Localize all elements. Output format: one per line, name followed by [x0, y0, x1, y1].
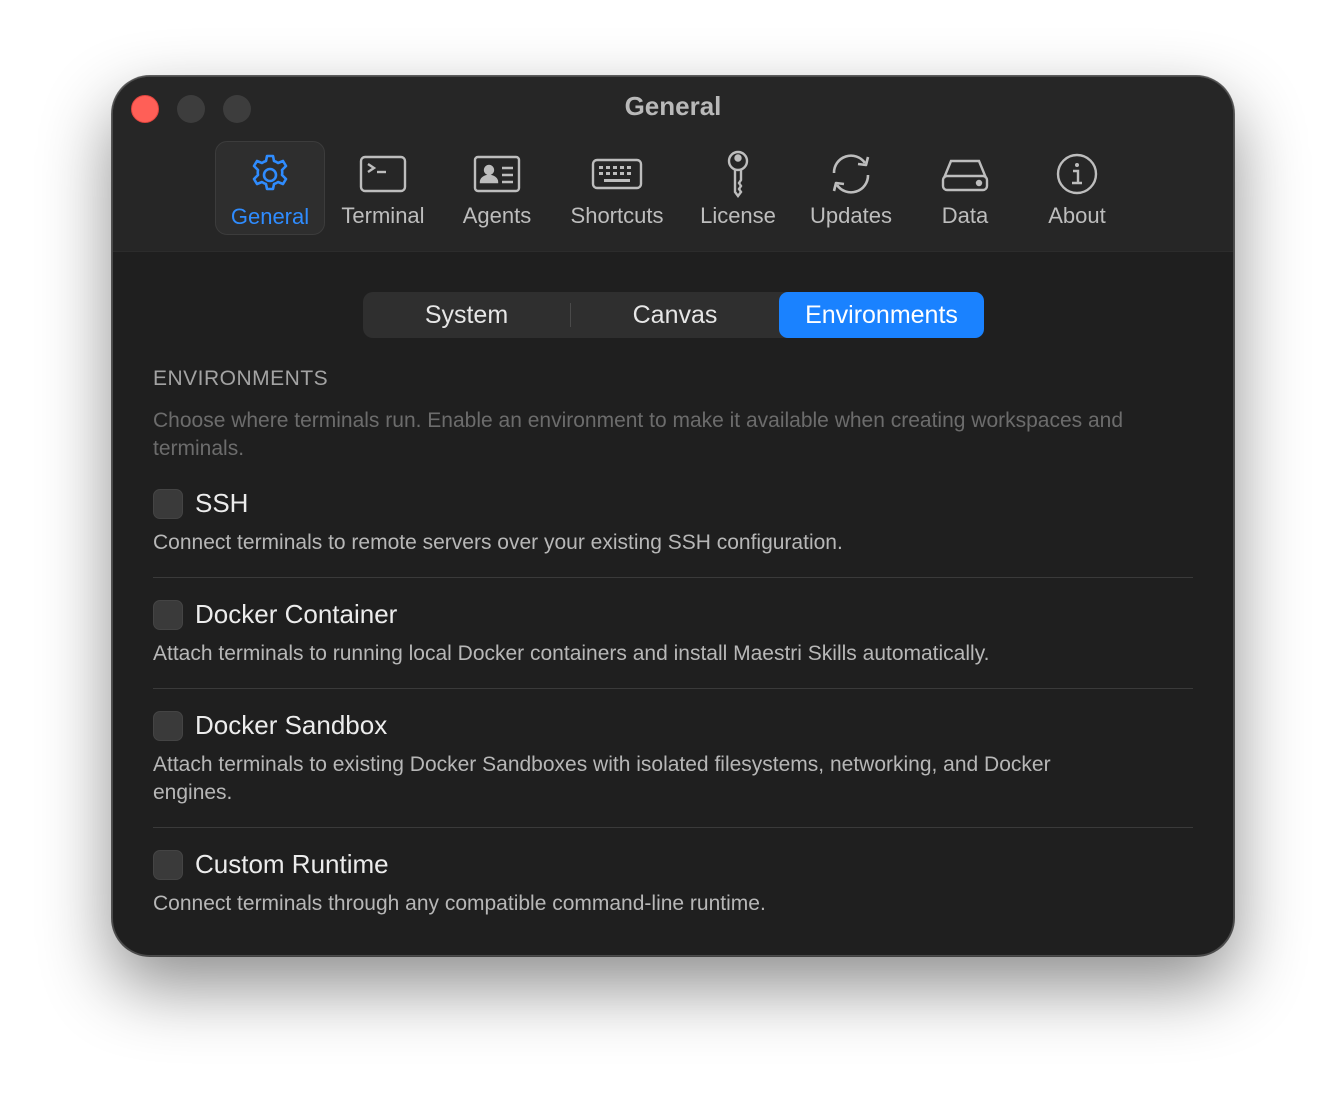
titlebar: General General Terminal Agents Shortcut… — [113, 77, 1233, 252]
docker-container-checkbox[interactable] — [153, 599, 183, 630]
drive-icon — [941, 159, 989, 192]
environment-description: Connect terminals to remote servers over… — [153, 531, 843, 554]
tab-environments[interactable]: Environments — [779, 292, 984, 338]
keyboard-icon — [591, 158, 643, 190]
toolbar-label-license: License — [700, 203, 776, 228]
section-title: ENVIRONMENTS — [153, 367, 329, 390]
toolbar-label-data: Data — [941, 203, 989, 228]
info-icon — [1056, 153, 1098, 195]
environment-name: Custom Runtime — [195, 849, 389, 879]
toolbar-label-updates: Updates — [810, 203, 892, 228]
toolbar-label-terminal: Terminal — [341, 203, 425, 228]
terminal-icon — [359, 155, 407, 193]
toolbar-item-terminal[interactable]: Terminal — [328, 141, 438, 235]
divider — [153, 688, 1193, 689]
toolbar-label-shortcuts: Shortcuts — [570, 203, 664, 228]
toolbar-item-updates[interactable]: Updates — [796, 141, 906, 235]
environment-item-docker-sandbox: Docker Sandbox Attach terminals to exist… — [153, 710, 1193, 807]
docker-sandbox-checkbox[interactable] — [153, 710, 183, 741]
gear-icon — [252, 154, 288, 191]
environment-item-ssh: SSH Connect terminals to remote servers … — [153, 488, 1193, 557]
divider — [153, 577, 1193, 578]
window-title: General — [624, 91, 722, 121]
tab-canvas[interactable]: Canvas — [571, 292, 779, 338]
toolbar-item-shortcuts[interactable]: Shortcuts — [557, 141, 677, 235]
refresh-icon — [832, 154, 870, 194]
toolbar-label-about: About — [1048, 203, 1106, 228]
key-icon — [727, 150, 749, 198]
environment-description: Attach terminals to running local Docker… — [153, 642, 990, 665]
section-description: Choose where terminals run. Enable an en… — [153, 409, 1124, 460]
environment-description: Connect terminals through any compatible… — [153, 892, 766, 915]
toolbar-item-agents[interactable]: Agents — [442, 141, 552, 235]
toolbar-item-license[interactable]: License — [683, 141, 793, 235]
ssh-checkbox[interactable] — [153, 488, 183, 519]
environment-item-custom-runtime: Custom Runtime Connect terminals through… — [153, 849, 1193, 918]
toolbar-item-about[interactable]: About — [1022, 141, 1132, 235]
toolbar-item-general[interactable]: General — [215, 141, 325, 235]
tab-system[interactable]: System — [363, 292, 570, 338]
toolbar-label-agents: Agents — [462, 203, 532, 228]
environment-name: Docker Sandbox — [195, 710, 388, 740]
tab-segmented-control: System Canvas Environments — [363, 292, 984, 338]
environment-item-docker-container: Docker Container Attach terminals to run… — [153, 599, 1193, 668]
environment-name: Docker Container — [195, 599, 398, 629]
environment-description: Attach terminals to existing Docker Sand… — [153, 753, 1051, 804]
custom-runtime-checkbox[interactable] — [153, 849, 183, 880]
environment-name: SSH — [195, 488, 249, 518]
settings-window: General General Terminal Agents Shortcut… — [112, 76, 1234, 956]
divider — [153, 827, 1193, 828]
toolbar-label-general: General — [230, 204, 310, 229]
contact-card-icon — [473, 155, 521, 193]
toolbar-item-data[interactable]: Data — [910, 141, 1020, 235]
